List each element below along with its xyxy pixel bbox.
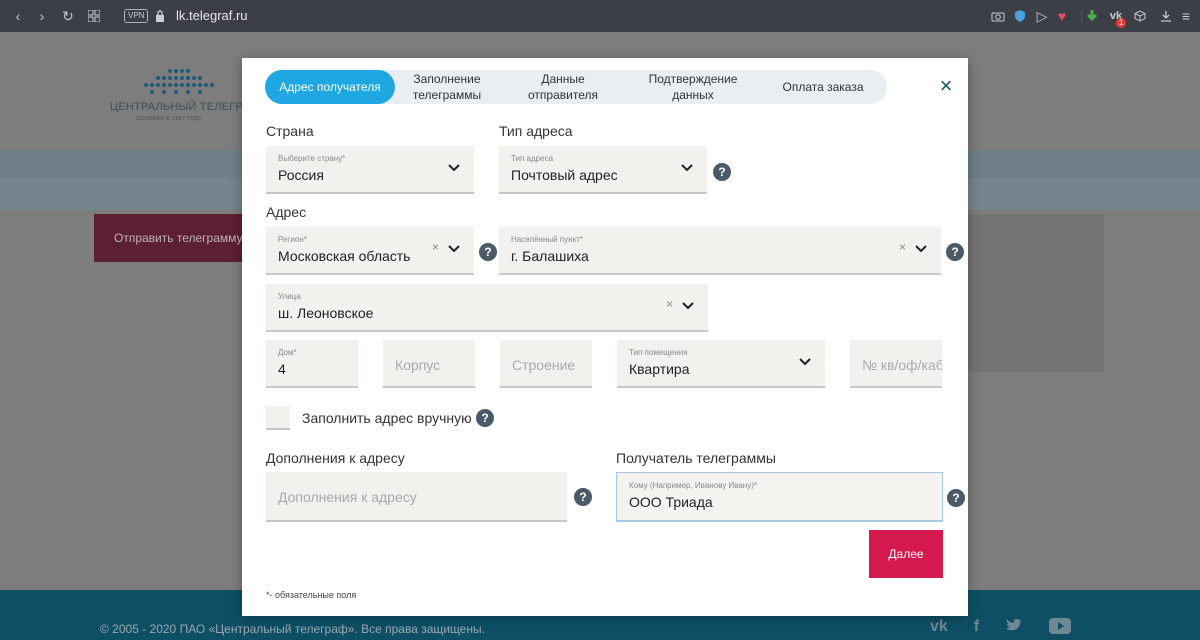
speed-dial-icon[interactable]: [86, 8, 102, 24]
manual-fill-label[interactable]: Заполнить адрес вручную: [302, 410, 472, 426]
download-manager-icon[interactable]: [1084, 8, 1100, 24]
footer-social-icons: vk f: [930, 618, 1072, 639]
side-panel: [966, 214, 1104, 372]
address-additions-input[interactable]: Дополнения к адресу: [266, 472, 567, 522]
country-value: Россия: [278, 167, 324, 183]
chevron-down-icon: [681, 164, 693, 172]
shield-icon[interactable]: [1012, 8, 1028, 24]
chevron-down-icon: [799, 358, 811, 366]
lock-icon[interactable]: [152, 8, 168, 24]
send-icon[interactable]: ▷: [1034, 8, 1050, 24]
address-bar-url[interactable]: lk.telegraf.ru: [176, 8, 248, 23]
chevron-down-icon: [682, 302, 694, 310]
house-caption: Дом*: [278, 348, 297, 357]
vpn-badge[interactable]: VPN: [124, 9, 149, 23]
back-icon[interactable]: ‹: [10, 8, 26, 24]
building-input[interactable]: Корпус: [383, 340, 475, 388]
house-input[interactable]: Дом* 4: [266, 340, 358, 388]
address-type-caption: Тип адреса: [511, 154, 554, 163]
youtube-icon[interactable]: [1049, 618, 1072, 639]
chevron-down-icon: [448, 245, 460, 253]
footer-copyright: © 2005 - 2020 ПАО «Центральный телеграф»…: [100, 622, 485, 636]
help-icon[interactable]: ?: [946, 243, 964, 261]
step-telegram-fill[interactable]: Заполнение телеграммы: [395, 70, 499, 104]
building-placeholder: Корпус: [395, 357, 441, 373]
downloads-icon[interactable]: [1158, 8, 1174, 24]
send-telegram-button[interactable]: Отправить телеграмму: [94, 214, 244, 262]
vk-icon[interactable]: vk: [930, 618, 948, 639]
room-type-select[interactable]: Тип помещения Квартира: [617, 340, 825, 388]
help-icon[interactable]: ?: [947, 489, 965, 507]
recipient-label: Получатель телеграммы: [616, 450, 776, 466]
cube-icon[interactable]: [1132, 8, 1148, 24]
help-icon[interactable]: ?: [713, 163, 731, 181]
region-caption: Регион*: [278, 235, 307, 244]
logo-dots-icon: [144, 69, 214, 94]
street-value: ш. Леоновское: [278, 305, 374, 321]
vk-notification-badge: 1: [1116, 18, 1127, 28]
country-caption: Выберите страну*: [278, 154, 346, 163]
address-label: Адрес: [266, 204, 307, 220]
street-select[interactable]: Улица ш. Леоновское ×: [266, 284, 708, 332]
help-icon[interactable]: ?: [479, 243, 497, 261]
locality-select[interactable]: Населённый пункт* г. Балашиха ×: [499, 227, 941, 275]
facebook-icon[interactable]: f: [974, 618, 979, 639]
help-icon[interactable]: ?: [574, 488, 592, 506]
region-value: Московская область: [278, 248, 411, 264]
clear-icon[interactable]: ×: [666, 297, 673, 311]
heart-icon[interactable]: ♥: [1054, 8, 1070, 24]
close-icon[interactable]: ×: [936, 75, 956, 97]
help-icon[interactable]: ?: [476, 409, 494, 427]
logo-subtitle: ОСНОВАН В 1957 ГОДУ: [136, 116, 203, 122]
clear-icon[interactable]: ×: [899, 240, 906, 254]
recipient-address-modal: Адрес получателя Заполнение телеграммы Д…: [242, 58, 968, 616]
structure-placeholder: Строение: [512, 357, 576, 373]
chevron-down-icon: [915, 245, 927, 253]
locality-caption: Населённый пункт*: [511, 235, 583, 244]
step-sender-data[interactable]: Данные отправителя: [499, 70, 627, 104]
apartment-input[interactable]: № кв/оф/каб: [850, 340, 942, 388]
address-additions-placeholder: Дополнения к адресу: [278, 489, 417, 505]
street-caption: Улица: [278, 292, 301, 301]
recipient-caption: Кому (Например, Иванову Ивану)*: [629, 481, 757, 490]
room-type-caption: Тип помещения: [629, 348, 688, 357]
address-type-value: Почтовый адрес: [511, 167, 618, 183]
manual-fill-checkbox[interactable]: [266, 406, 290, 430]
chevron-down-icon: [448, 164, 460, 172]
reload-icon[interactable]: ↻: [60, 8, 76, 24]
step-progress-bar: Адрес получателя Заполнение телеграммы Д…: [265, 70, 887, 104]
locality-value: г. Балашиха: [511, 248, 589, 264]
room-type-value: Квартира: [629, 361, 690, 377]
region-select[interactable]: Регион* Московская область ×: [266, 227, 474, 275]
forward-icon[interactable]: ›: [34, 8, 50, 24]
address-additions-label: Дополнения к адресу: [266, 450, 405, 466]
clear-icon[interactable]: ×: [432, 240, 439, 254]
house-value: 4: [278, 361, 286, 377]
step-confirmation[interactable]: Подтверждение данных: [627, 70, 759, 104]
menu-icon[interactable]: ≡: [1178, 8, 1194, 24]
recipient-input[interactable]: Кому (Например, Иванову Ивану)* ООО Триа…: [616, 472, 943, 522]
structure-input[interactable]: Строение: [500, 340, 592, 388]
camera-icon[interactable]: [990, 8, 1006, 24]
twitter-icon[interactable]: [1005, 618, 1023, 639]
country-label: Страна: [266, 123, 314, 139]
next-button[interactable]: Далее: [869, 530, 943, 578]
apartment-placeholder: № кв/оф/каб: [862, 357, 942, 373]
country-select[interactable]: Выберите страну* Россия: [266, 146, 474, 194]
address-type-select[interactable]: Тип адреса Почтовый адрес: [499, 146, 707, 194]
address-type-label: Тип адреса: [499, 123, 573, 139]
step-recipient-address[interactable]: Адрес получателя: [265, 70, 395, 104]
browser-toolbar: ‹ › ↻ VPN lk.telegraf.ru ▷ ♥ | vk 1 ≡: [0, 0, 1200, 32]
step-payment[interactable]: Оплата заказа: [759, 70, 887, 104]
required-fields-note: *- обязательные поля: [266, 590, 357, 600]
recipient-value: ООО Триада: [629, 494, 713, 510]
logo-title: ЦЕНТРАЛЬНЫЙ ТЕЛЕГРАФ: [110, 101, 258, 113]
